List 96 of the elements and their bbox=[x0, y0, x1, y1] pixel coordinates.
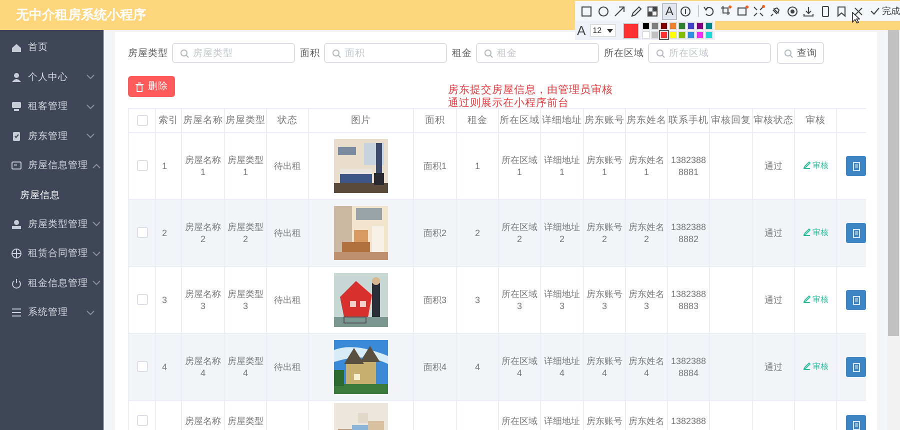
table-cell: 通过 bbox=[764, 227, 782, 239]
table-cell: 面积3 bbox=[423, 294, 446, 306]
table-cell-text: 房东账号4 bbox=[586, 355, 624, 379]
table-cell-text: 13823888884 bbox=[670, 355, 708, 379]
table-cell-text: 房屋名称1 bbox=[184, 154, 222, 178]
table-cell: 2 bbox=[162, 227, 168, 239]
table-cell-text: 13823888881 bbox=[670, 154, 708, 178]
table-cell: 3 bbox=[162, 294, 168, 306]
table-cell-text: 房东账号1 bbox=[586, 154, 624, 178]
table-cell-text: 房屋名称3 bbox=[184, 288, 222, 312]
table-cell-text: 13823888883 bbox=[670, 288, 708, 312]
tool-button[interactable]: A bbox=[662, 2, 678, 20]
table-cell: 2 bbox=[474, 227, 480, 239]
table-cell: 1382388 bbox=[670, 415, 706, 427]
done-button[interactable]: 完成 bbox=[870, 4, 900, 18]
column-header: 房屋类型 bbox=[224, 108, 266, 132]
sidebar-item[interactable]: 系统管理 bbox=[0, 298, 103, 328]
sidebar-item[interactable]: 房屋信息管理 bbox=[0, 151, 103, 180]
table-cell: 面积2 bbox=[423, 227, 446, 239]
table-cell: 1 bbox=[162, 160, 168, 172]
table-cell: 1 bbox=[474, 160, 480, 172]
column-header: 审核状态 bbox=[752, 108, 794, 132]
table-cell-text: 房东账号3 bbox=[586, 288, 624, 312]
sidebar-item[interactable]: 房东管理 bbox=[0, 122, 103, 151]
table-cell-text: 详细地址4 bbox=[543, 355, 581, 379]
search-field[interactable]: 所在区域 bbox=[648, 43, 771, 63]
table-cell-text: 详细地址1 bbox=[543, 154, 581, 178]
table-cell-text: 所在区域2 bbox=[500, 221, 538, 245]
column-header: 审核 bbox=[794, 108, 836, 132]
table-cell: 房屋名称 bbox=[185, 415, 221, 427]
table-cell-text: 13823888882 bbox=[670, 221, 708, 245]
search-button[interactable]: 查询 bbox=[777, 42, 824, 64]
column-header: 状态 bbox=[266, 108, 308, 132]
field-label: 所在区域 bbox=[604, 46, 644, 60]
search-field[interactable]: 房屋类型 bbox=[172, 43, 295, 63]
table-cell-text: 所在区域3 bbox=[500, 288, 538, 312]
sidebar-item[interactable]: 租客管理 bbox=[0, 92, 103, 122]
table-cell-text: 房屋类型3 bbox=[226, 288, 264, 312]
table-cell-text: 详细地址2 bbox=[543, 221, 581, 245]
table-cell-text: 详细地址3 bbox=[543, 288, 581, 312]
sidebar-item[interactable]: 房屋类型管理 bbox=[0, 210, 103, 239]
table-cell: 房东账号 bbox=[586, 415, 622, 427]
table-cell: 通过 bbox=[764, 294, 782, 306]
table-cell: 详细地址 bbox=[544, 415, 580, 427]
table-cell: 4 bbox=[474, 361, 480, 373]
sidebar-item[interactable]: 租金信息管理 bbox=[0, 268, 103, 298]
app-title: 无中介租房系统小程序 bbox=[16, 6, 146, 24]
search-field[interactable]: 面积 bbox=[324, 43, 447, 63]
column-header: 审核回复 bbox=[710, 108, 752, 132]
search-field[interactable]: 租金 bbox=[476, 43, 599, 63]
table-cell-text: 房屋类型1 bbox=[226, 154, 264, 178]
table-cell: 所在区域 bbox=[502, 415, 538, 427]
column-header: 房东账号 bbox=[584, 108, 626, 132]
table-cell-text: 房屋类型4 bbox=[226, 355, 264, 379]
table-cell: 面积1 bbox=[423, 160, 446, 172]
table-cell: 3 bbox=[474, 294, 480, 306]
table-cell-text: 房屋名称4 bbox=[184, 355, 222, 379]
table-cell-text: 房屋类型2 bbox=[226, 221, 264, 245]
table-cell: 通过 bbox=[764, 361, 782, 373]
table-cell: 房屋类型 bbox=[228, 415, 264, 427]
table-cell: 待出租 bbox=[274, 227, 301, 239]
table-cell-text: 所在区域1 bbox=[500, 154, 538, 178]
field-label: 租金 bbox=[452, 46, 472, 60]
column-header: 详细地址 bbox=[540, 108, 584, 132]
submenu-item[interactable]: 房屋信息 bbox=[0, 180, 103, 210]
table-cell: 面积4 bbox=[423, 361, 446, 373]
table-cell: 待出租 bbox=[274, 294, 301, 306]
column-header: 联系手机 bbox=[668, 108, 710, 132]
sidebar-item[interactable]: 个人中心 bbox=[0, 62, 103, 92]
font-size-dropdown[interactable]: 12 bbox=[590, 24, 616, 37]
annotation-text: 房东提交房屋信息，由管理员审核 bbox=[448, 84, 613, 97]
table-cell-text: 房东账号2 bbox=[586, 221, 624, 245]
table-cell-text: 所在区域4 bbox=[500, 355, 538, 379]
table-cell: 待出租 bbox=[274, 160, 301, 172]
column-header: 面积 bbox=[414, 108, 456, 132]
table-cell: 待出租 bbox=[274, 361, 301, 373]
table-cell-text: 房东姓名4 bbox=[628, 355, 666, 379]
sidebar-item[interactable]: 首页 bbox=[0, 33, 103, 62]
table-cell-text: 房屋名称2 bbox=[184, 221, 222, 245]
column-header: 图片 bbox=[308, 108, 414, 132]
table-cell-text: 房东姓名 bbox=[628, 415, 666, 427]
column-header: 房屋名称 bbox=[182, 108, 224, 132]
column-header: 索引 bbox=[156, 108, 182, 132]
field-label: 房屋类型 bbox=[128, 46, 168, 60]
field-label: 面积 bbox=[300, 46, 320, 60]
column-header: 租金 bbox=[456, 108, 498, 132]
table-cell-text: 房东姓名2 bbox=[628, 221, 666, 245]
table-cell-text: 房东姓名1 bbox=[628, 154, 666, 178]
sidebar-item[interactable]: 租赁合同管理 bbox=[0, 239, 103, 268]
table-cell-text: 房东姓名3 bbox=[628, 288, 666, 312]
annotation-text: 通过则展示在小程序前台 bbox=[448, 97, 570, 110]
font-label: A bbox=[577, 23, 586, 38]
table-cell: 4 bbox=[162, 361, 168, 373]
column-header: 房东姓名 bbox=[626, 108, 668, 132]
table-cell: 通过 bbox=[764, 160, 782, 172]
column-header: 所在区域 bbox=[498, 108, 540, 132]
